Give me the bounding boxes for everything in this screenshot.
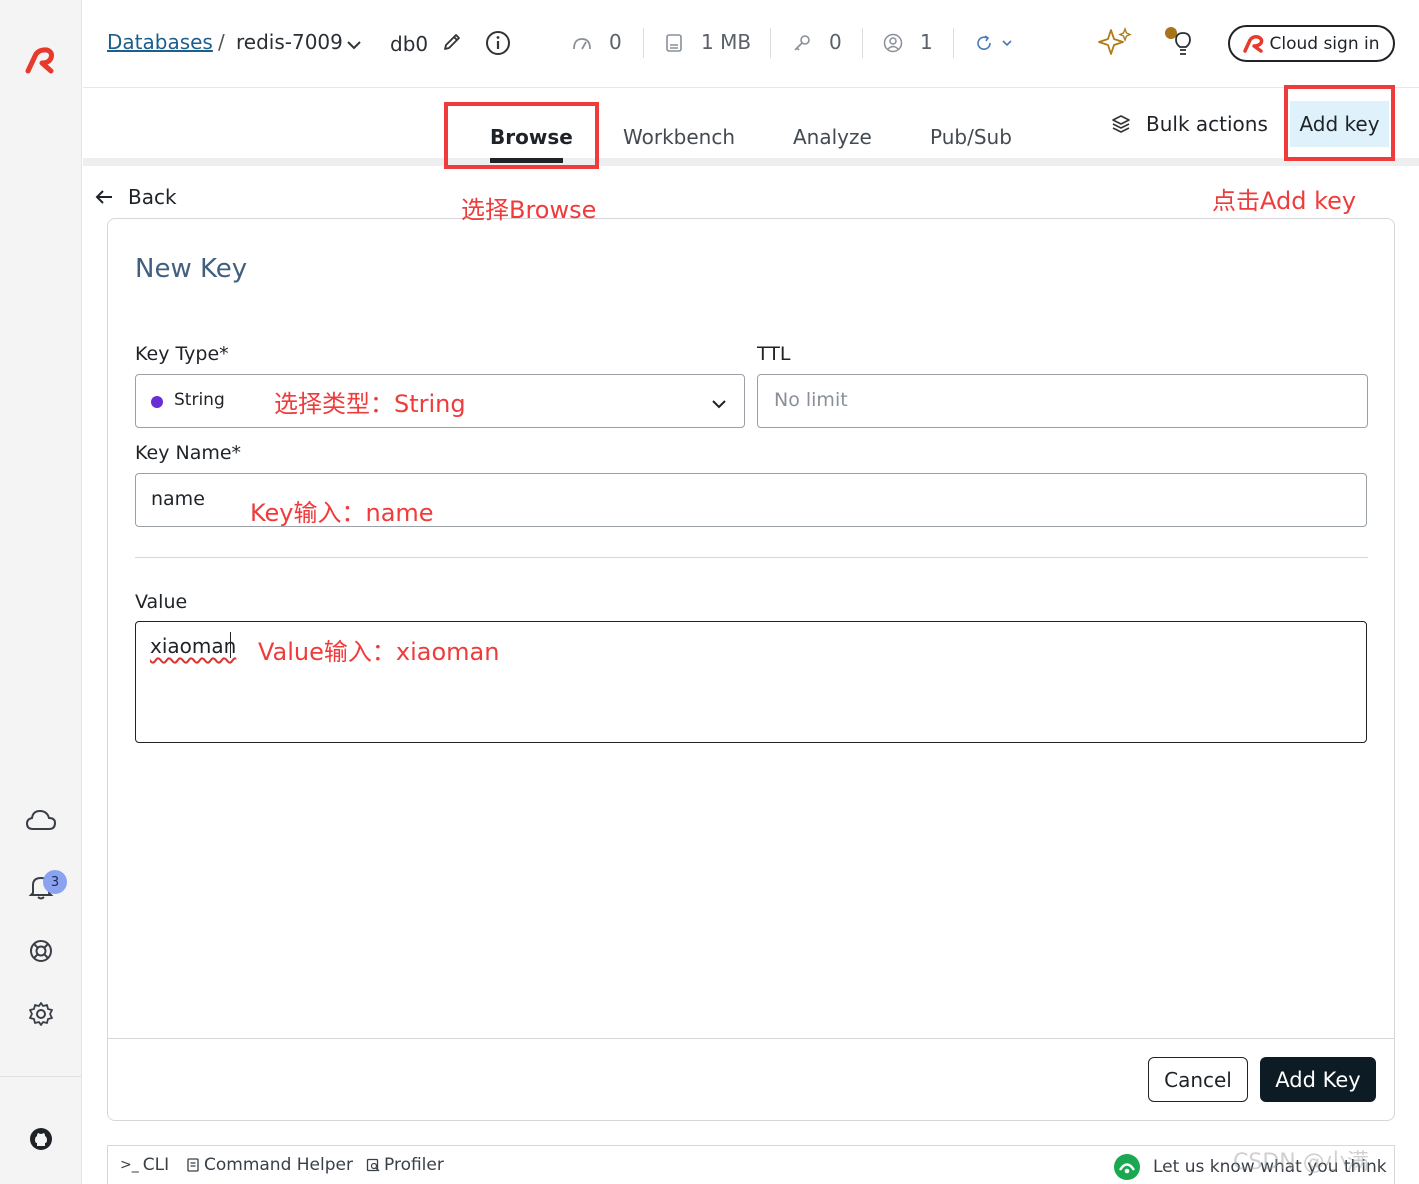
notification-count: 3 [50,874,60,890]
value-text: xiaoman [150,634,237,658]
document-icon [187,1158,199,1172]
settings-gear-icon[interactable] [22,995,60,1033]
breadcrumb-separator: / [218,30,225,54]
chevron-down-icon[interactable] [346,36,362,55]
insights-lightbulb-icon[interactable] [1163,25,1195,63]
annotation-value: Value输入：xiaoman [258,638,500,666]
cancel-button[interactable]: Cancel [1148,1057,1248,1102]
ttl-label: TTL [757,343,791,365]
cancel-label: Cancel [1164,1067,1232,1092]
info-icon[interactable] [485,30,511,60]
key-name-label: Key Name* [135,442,242,464]
tab-pubsub[interactable]: Pub/Sub [930,125,1012,149]
tab-bar-underline [83,158,1419,166]
add-key-submit-button[interactable]: Add Key [1260,1057,1376,1102]
add-key-submit-label: Add Key [1275,1067,1361,1092]
annotation-key: Key输入：name [250,499,434,527]
github-icon[interactable] [22,1120,60,1158]
stat-divider [643,28,644,58]
cloud-sign-in-button[interactable]: Cloud sign in [1228,25,1395,62]
key-type-value: String [174,390,225,410]
stat-divider [953,28,954,58]
feedback-icon [1114,1154,1140,1180]
command-helper-button[interactable]: Command Helper [186,1155,353,1175]
ttl-placeholder: No limit [774,389,848,411]
command-helper-label: Command Helper [204,1155,353,1175]
key-icon [792,33,812,57]
panel-footer-divider [108,1038,1394,1039]
cli-label: CLI [142,1155,170,1175]
profiler-label: Profiler [384,1155,444,1175]
terminal-icon: >_ [120,1157,139,1173]
annotation-box-browse [444,102,599,169]
help-lifebuoy-icon[interactable] [22,932,60,970]
pencil-edit-icon[interactable] [442,32,462,56]
notification-badge: 3 [43,870,67,894]
key-type-label: Key Type* [135,343,229,365]
tab-workbench[interactable]: Workbench [623,125,735,149]
database-index: db0 [390,32,429,56]
annotation-add-key: 点击Add key [1212,187,1357,215]
memory-stat: 1 MB [701,30,752,54]
back-label: Back [128,185,177,209]
sidebar: 3 [0,0,82,1184]
keys-stat: 0 [829,30,842,54]
annotation-box-add-key [1284,85,1395,161]
sidebar-divider [0,1076,82,1077]
form-divider [135,557,1368,558]
bulk-actions-button[interactable]: Bulk actions [1110,110,1268,138]
redis-logo-icon[interactable] [22,42,60,80]
cloud-icon[interactable] [22,801,60,839]
value-label: Value [135,591,188,613]
refresh-icon[interactable] [974,33,1016,57]
cli-button[interactable]: >_ CLI [120,1155,169,1175]
clients-stat: 1 [920,30,933,54]
profiler-icon [366,1158,380,1172]
chevron-down-icon [710,395,728,414]
ai-sparkles-icon[interactable] [1097,26,1133,64]
cloud-sign-in-label: Cloud sign in [1269,33,1380,54]
key-name-value: name [151,488,205,510]
redis-logo-icon [1243,34,1264,53]
memory-icon [664,33,684,57]
arrow-left-icon [95,190,112,204]
stat-divider [862,28,863,58]
database-name[interactable]: redis-7009 [236,30,343,54]
back-button[interactable]: Back [94,185,177,209]
annotation-browse: 选择Browse [461,196,597,224]
text-caret [230,632,231,658]
profiler-button[interactable]: Profiler [366,1155,444,1175]
cpu-stat: 0 [609,30,622,54]
annotation-type: 选择类型：String [274,390,466,418]
stat-divider [770,28,771,58]
ttl-input[interactable]: No limit [757,374,1368,428]
panel-title: New Key [135,254,248,284]
bulk-actions-label: Bulk actions [1146,112,1268,136]
tab-analyze[interactable]: Analyze [793,125,872,149]
watermark-text: CSDN @小满 [1233,1150,1369,1175]
breadcrumb-databases-link[interactable]: Databases [107,30,213,54]
cpu-gauge-icon [571,34,593,56]
layers-icon [1112,115,1130,133]
clients-user-icon [883,33,903,57]
string-type-dot [151,396,163,408]
